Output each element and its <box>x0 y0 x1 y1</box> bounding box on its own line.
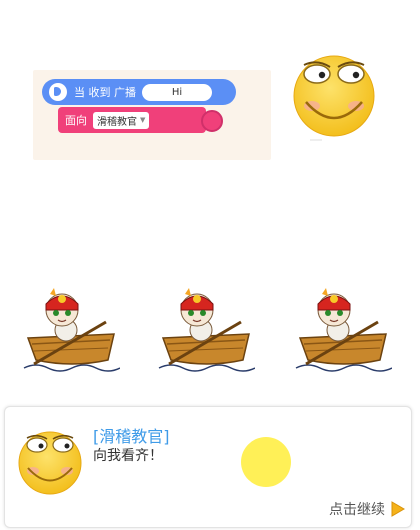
target-dropdown-value: 滑稽教官 <box>97 116 137 128</box>
broadcast-message-field[interactable]: Hi <box>142 83 212 101</box>
smiley-character <box>293 55 375 141</box>
speaker-name: [滑稽教官] <box>93 427 170 446</box>
continue-label: 点击继续 <box>329 502 385 518</box>
game-stage: 当 收到 广播 Hi 面向 滑稽教官 ▼ <box>0 0 420 400</box>
when-receive-broadcast-block[interactable]: 当 收到 广播 Hi <box>42 79 236 105</box>
event-block-label: 当 收到 广播 <box>74 86 136 99</box>
boat-character-2 <box>158 288 255 372</box>
speaker-avatar <box>18 431 82 495</box>
broadcast-icon <box>49 83 67 101</box>
click-indicator <box>241 437 291 487</box>
boat-character-1 <box>23 288 120 372</box>
boat-character-3 <box>295 288 392 372</box>
dialog-message: 向我看齐！ <box>93 448 163 464</box>
dialog-box[interactable]: [滑稽教官] 向我看齐！ 点击继续 <box>4 406 412 528</box>
action-block-label: 面向 <box>65 114 87 127</box>
continue-button[interactable]: 点击继续 <box>329 499 405 519</box>
chevron-down-icon: ▼ <box>140 116 146 124</box>
play-triangle-icon <box>391 501 405 517</box>
block-end-cap <box>201 110 223 132</box>
target-dropdown[interactable]: 滑稽教官 ▼ <box>93 111 150 129</box>
face-towards-block[interactable]: 面向 滑稽教官 ▼ <box>58 107 206 133</box>
code-block-panel: 当 收到 广播 Hi 面向 滑稽教官 ▼ <box>33 70 271 160</box>
